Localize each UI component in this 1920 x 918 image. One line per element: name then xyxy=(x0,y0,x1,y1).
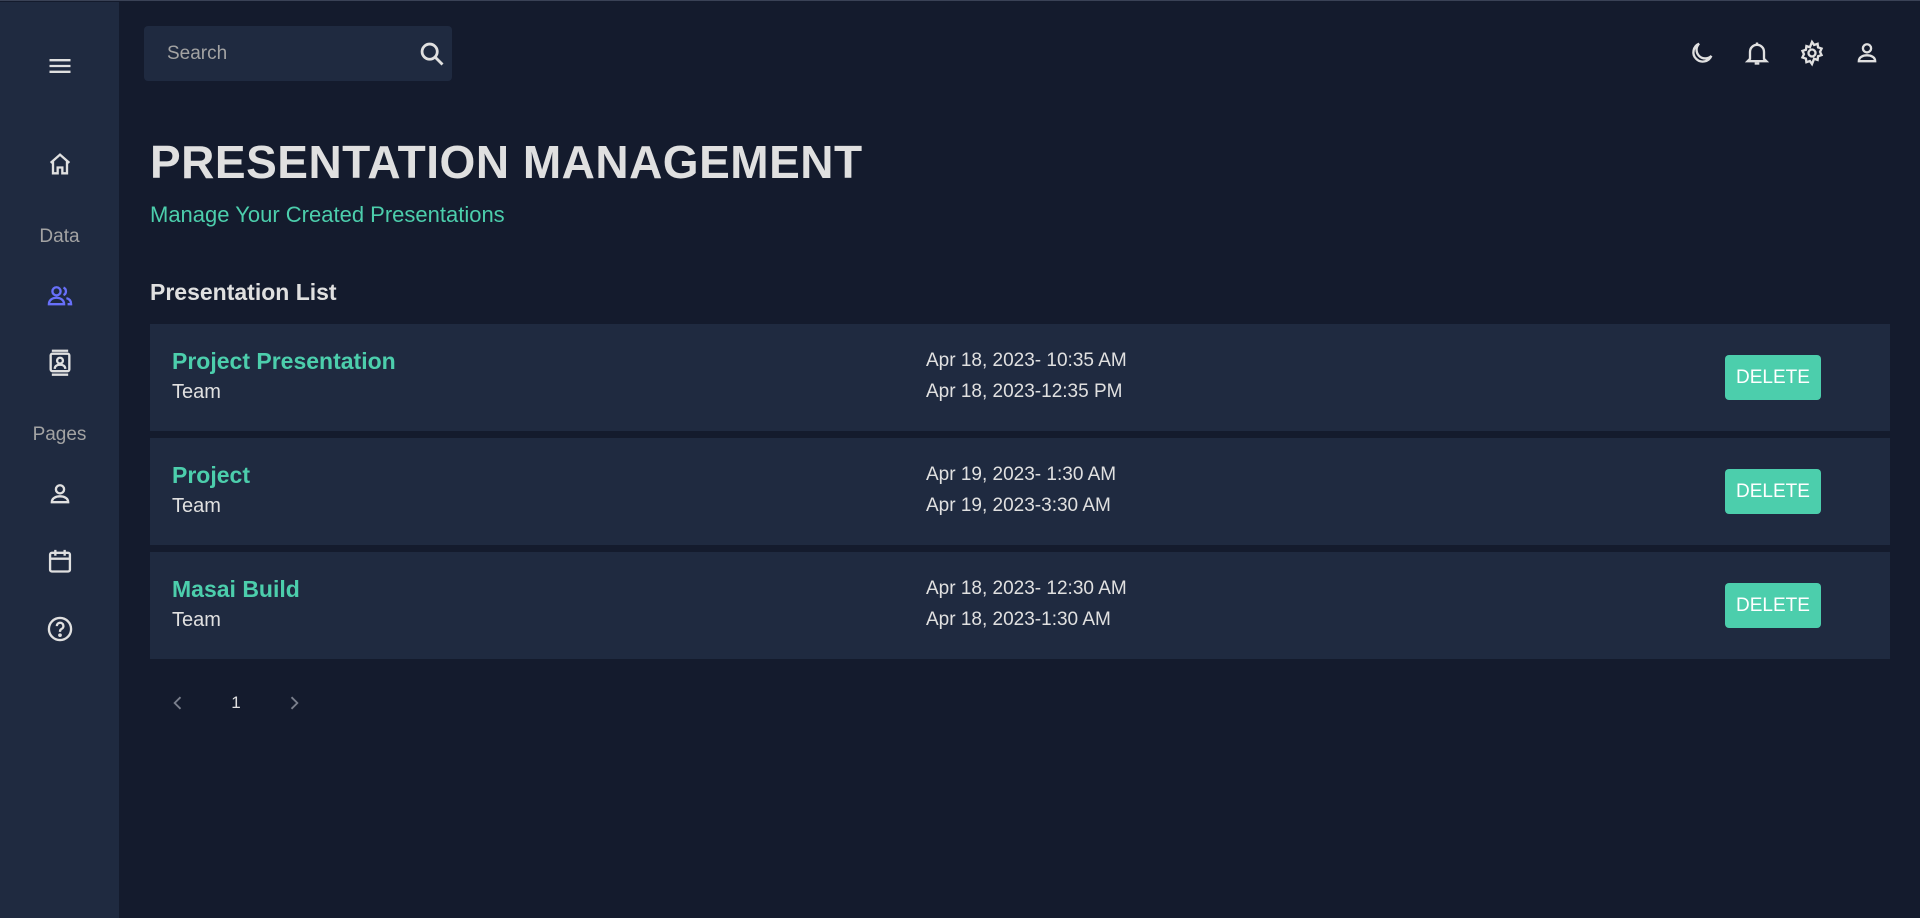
presentation-row: Project Team Apr 19, 2023- 1:30 AM Apr 1… xyxy=(150,438,1890,545)
sidebar-section-data: Data xyxy=(39,226,80,247)
settings-icon xyxy=(1800,39,1823,67)
sidebar: Data Pages xyxy=(0,2,119,918)
presentation-end-time: Apr 18, 2023-1:30 AM xyxy=(926,609,1111,630)
search-input[interactable] xyxy=(144,42,412,65)
app-root: Data Pages Search PRESENTATION MANAGEMEN… xyxy=(0,0,1920,918)
sidebar-item-faq[interactable] xyxy=(0,609,119,649)
dark-mode-icon xyxy=(1691,42,1712,63)
pagination: 1 xyxy=(160,685,312,721)
settings-button[interactable] xyxy=(1784,33,1839,73)
page-number[interactable]: 1 xyxy=(216,685,256,721)
search-icon xyxy=(420,42,444,65)
search-bar xyxy=(144,26,452,81)
user-icon xyxy=(1857,43,1876,63)
team-icon xyxy=(47,286,72,306)
delete-button[interactable]: DELETE xyxy=(1725,469,1821,514)
chevron-left-icon xyxy=(173,696,182,710)
dark-mode-toggle[interactable] xyxy=(1674,33,1729,73)
sidebar-item-contacts[interactable] xyxy=(0,343,119,383)
chevron-right-icon xyxy=(290,696,299,710)
sidebar-item-calendar[interactable] xyxy=(0,541,119,581)
menu-button[interactable] xyxy=(0,46,119,86)
presentation-start-time: Apr 19, 2023- 1:30 AM xyxy=(926,464,1117,485)
notifications-icon xyxy=(1744,42,1769,65)
page-subtitle: Manage Your Created Presentations xyxy=(150,202,505,227)
presentation-row: Masai Build Team Apr 18, 2023- 12:30 AM … xyxy=(150,552,1890,659)
presentation-list-heading: Presentation List xyxy=(150,279,337,305)
notifications-button[interactable] xyxy=(1729,33,1784,73)
presentation-group: Team xyxy=(172,381,221,403)
next-page-button[interactable] xyxy=(276,685,312,721)
presentation-end-time: Apr 18, 2023-12:35 PM xyxy=(926,381,1123,402)
sidebar-item-profile[interactable] xyxy=(0,474,119,514)
presentation-start-time: Apr 18, 2023- 10:35 AM xyxy=(926,350,1127,371)
calendar-icon xyxy=(48,549,71,573)
presentation-name: Project Presentation xyxy=(172,348,396,374)
presentation-group: Team xyxy=(172,495,221,517)
help-icon xyxy=(47,616,72,642)
sidebar-item-team[interactable] xyxy=(0,276,119,316)
top-toolbar xyxy=(1674,33,1894,73)
presentation-start-time: Apr 18, 2023- 12:30 AM xyxy=(926,578,1127,599)
home-icon xyxy=(49,153,70,175)
delete-button[interactable]: DELETE xyxy=(1725,583,1821,628)
delete-button[interactable]: DELETE xyxy=(1725,355,1821,400)
search-button[interactable] xyxy=(412,26,452,81)
person-icon xyxy=(50,484,69,504)
presentation-group: Team xyxy=(172,609,221,631)
sidebar-section-pages: Pages xyxy=(32,424,87,445)
previous-page-button[interactable] xyxy=(160,685,196,721)
contacts-icon xyxy=(49,349,70,376)
presentation-name: Masai Build xyxy=(172,576,300,602)
user-button[interactable] xyxy=(1839,33,1894,73)
page-title: PRESENTATION MANAGEMENT xyxy=(150,136,863,188)
menu-icon xyxy=(49,59,70,73)
presentation-name: Project xyxy=(172,462,250,488)
presentation-row: Project Presentation Team Apr 18, 2023- … xyxy=(150,324,1890,431)
sidebar-item-dashboard[interactable] xyxy=(0,144,119,184)
presentation-end-time: Apr 19, 2023-3:30 AM xyxy=(926,495,1111,516)
